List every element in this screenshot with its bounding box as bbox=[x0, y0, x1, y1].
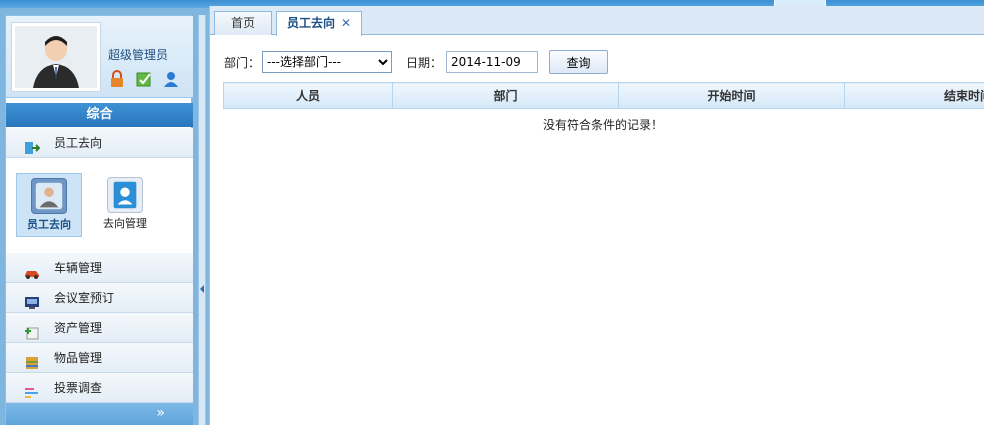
module-tiles: 员工去向 去向管理 bbox=[6, 158, 193, 253]
sidebar-item-label: 会议室预订 bbox=[54, 291, 115, 305]
main-panel: 首页 员工去向 ✕ 部门： ---选择部门--- 日期： 查询 人员 部门 开始时… bbox=[209, 6, 984, 425]
lock-icon[interactable] bbox=[108, 70, 126, 88]
avatar bbox=[11, 22, 101, 92]
sidebar-item-meeting-room[interactable]: 会议室预订 bbox=[6, 283, 193, 313]
sidebar-item-vote[interactable]: 投票调查 bbox=[6, 373, 193, 403]
sidebar-item-label: 物品管理 bbox=[54, 351, 103, 365]
tile-label: 去向管理 bbox=[103, 217, 147, 230]
meeting-room-icon bbox=[24, 291, 40, 309]
vote-icon bbox=[24, 381, 40, 398]
sidebar-item-goods[interactable]: 物品管理 bbox=[6, 343, 193, 373]
tile-staff-whereabouts[interactable]: 员工去向 bbox=[16, 173, 82, 237]
sidebar-item-label: 资产管理 bbox=[54, 321, 103, 335]
dept-label: 部门： bbox=[224, 55, 261, 70]
tab-label: 员工去向 bbox=[286, 16, 335, 30]
date-input[interactable] bbox=[446, 51, 539, 73]
table-header-row: 人员 部门 开始时间 结束时间 bbox=[223, 82, 984, 109]
tab-label: 首页 bbox=[230, 16, 255, 30]
exit-icon bbox=[24, 136, 41, 154]
user-panel: 超级管理员 bbox=[6, 16, 193, 98]
car-icon bbox=[24, 261, 40, 279]
sidebar-item-staff-whereabouts[interactable]: 员工去向 bbox=[6, 128, 193, 158]
sidebar-collapse-button[interactable]: » bbox=[6, 403, 193, 425]
filter-bar: 部门： ---选择部门--- 日期： 查询 bbox=[224, 50, 609, 74]
query-button[interactable]: 查询 bbox=[549, 50, 609, 74]
user-role: 超级管理员 bbox=[108, 48, 169, 62]
user-profile-icon[interactable] bbox=[162, 70, 180, 88]
empty-message: 没有符合条件的记录！ bbox=[542, 118, 663, 132]
sidebar-item-label: 员工去向 bbox=[54, 136, 103, 150]
sidebar-item-assets[interactable]: 资产管理 bbox=[6, 313, 193, 343]
sidebar-item-label: 车辆管理 bbox=[54, 261, 103, 275]
staff-avatar-icon bbox=[31, 178, 67, 214]
dept-select[interactable]: ---选择部门--- bbox=[262, 51, 393, 73]
sidebar: 超级管理员 综合 员工去向 员工去向 去向管理 车辆管理 会议室预订 资产管理 … bbox=[5, 15, 193, 425]
sidebar-item-label: 投票调查 bbox=[54, 381, 103, 395]
date-label: 日期： bbox=[406, 55, 443, 70]
tab-staff-whereabouts[interactable]: 员工去向 ✕ bbox=[276, 11, 362, 36]
close-icon[interactable]: ✕ bbox=[341, 16, 351, 30]
contact-card-icon bbox=[107, 177, 143, 213]
sidebar-section-title[interactable]: 综合 bbox=[6, 103, 193, 127]
column-header-department[interactable]: 部门 bbox=[392, 82, 619, 109]
records-table: 人员 部门 开始时间 结束时间 bbox=[223, 82, 984, 109]
edit-icon[interactable] bbox=[135, 70, 153, 88]
asset-icon bbox=[24, 321, 40, 340]
sidebar-item-vehicles[interactable]: 车辆管理 bbox=[6, 253, 193, 283]
tab-bar: 首页 员工去向 ✕ bbox=[210, 6, 984, 36]
collapse-arrow-icon[interactable] bbox=[200, 285, 204, 293]
tab-home[interactable]: 首页 bbox=[214, 11, 272, 35]
goods-icon bbox=[24, 351, 40, 369]
column-header-person[interactable]: 人员 bbox=[223, 82, 393, 109]
sidebar-splitter[interactable] bbox=[198, 15, 206, 425]
column-header-start-time[interactable]: 开始时间 bbox=[618, 82, 845, 109]
tile-label: 员工去向 bbox=[27, 218, 71, 231]
column-header-end-time[interactable]: 结束时间 bbox=[844, 82, 984, 109]
tile-whereabouts-management[interactable]: 去向管理 bbox=[92, 173, 158, 237]
